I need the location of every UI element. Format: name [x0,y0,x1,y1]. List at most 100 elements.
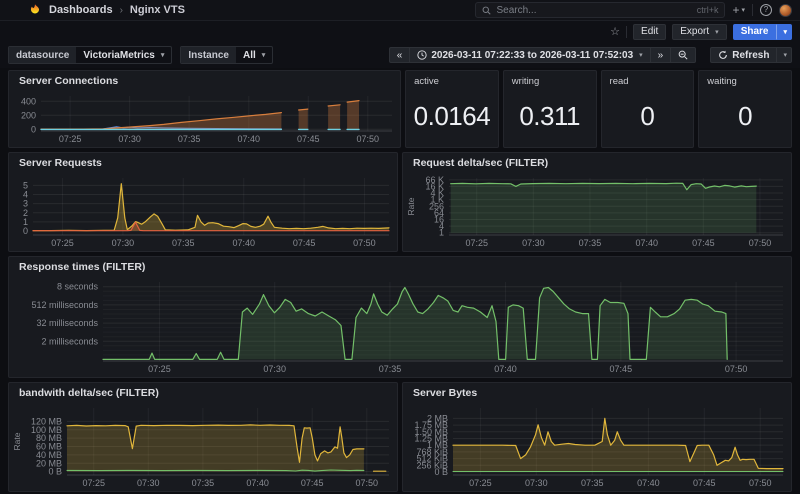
variable-datasource: datasource VictoriaMetrics ▾ [8,46,173,64]
stat-label[interactable]: waiting [707,76,737,87]
svg-text:07:45: 07:45 [301,478,324,488]
divider [626,25,628,38]
dashboard-actions-bar: ☆ Edit Export ▾ Share ▾ [0,21,800,42]
svg-text:3: 3 [23,199,28,209]
time-shift-back-button[interactable]: « [388,47,410,63]
chevron-down-icon: ▾ [160,52,165,59]
svg-text:07:40: 07:40 [637,478,660,488]
chevron-down-icon: ▾ [741,7,745,14]
bandwith-delta-chart[interactable]: 0 B 20 MB 40 MB 60 MB 80 MB 100 MB 120 MB 07:25… [11,403,395,489]
top-nav-bar: Dashboards › Nginx VTS Search... ctrl+k … [0,0,800,21]
svg-text:07:30: 07:30 [137,478,160,488]
time-range-text: 2026-03-11 07:22:33 to 2026-03-11 07:52:… [431,49,634,61]
refresh-label: Refresh [732,49,770,61]
refresh-icon [719,50,728,59]
server-connections-chart[interactable]: 0 200 400 07:25 07:30 07:35 07:40 07:45 07:50 [11,91,398,145]
share-button[interactable]: Share [732,23,777,40]
export-button[interactable]: Export ▾ [672,23,727,40]
svg-text:07:35: 07:35 [178,134,201,144]
stat-value: 0.0164 [413,100,491,131]
svg-text:200: 200 [21,110,36,120]
svg-text:07:45: 07:45 [610,364,633,374]
search-input[interactable]: Search... ctrl+k [475,2,726,18]
chevron-down-icon: ▾ [783,52,787,59]
dashboard-grid: Server Connections 0 200 400 07:25 07:30 07:3… [0,68,800,494]
chevron-down-icon: ▾ [639,52,643,59]
svg-text:07:50: 07:50 [353,238,376,248]
svg-text:5: 5 [23,180,28,190]
stat-value: 0 [640,100,655,131]
svg-text:07:40: 07:40 [238,134,261,144]
svg-text:07:50: 07:50 [725,364,748,374]
svg-text:07:35: 07:35 [379,364,402,374]
svg-text:1: 1 [23,217,28,227]
svg-text:07:25: 07:25 [82,478,105,488]
panel-title[interactable]: Server Connections [9,71,400,91]
svg-text:07:30: 07:30 [118,134,141,144]
svg-text:07:25: 07:25 [148,364,171,374]
add-button[interactable]: + ▾ [732,3,745,17]
stat-value: 0.311 [519,100,580,131]
stat-label[interactable]: writing [512,76,539,87]
panel-title[interactable]: Server Bytes [403,383,791,403]
refresh-controls: Refresh ▾ [710,47,792,63]
svg-text:512 milliseconds: 512 milliseconds [31,300,98,310]
svg-text:07:25: 07:25 [51,238,74,248]
svg-text:07:40: 07:40 [635,238,658,248]
svg-text:8 seconds: 8 seconds [57,282,99,292]
svg-text:0: 0 [31,124,36,134]
time-shift-forward-button[interactable]: » [649,47,671,63]
svg-text:07:50: 07:50 [749,238,772,248]
instance-label: Instance [181,47,236,63]
search-icon [483,6,492,15]
dashboard-controls-bar: datasource VictoriaMetrics ▾ Instance Al… [0,42,800,68]
panel-server-connections: Server Connections 0 200 400 07:25 07:30 07:3… [8,70,402,148]
svg-text:Rate: Rate [406,197,416,215]
star-icon[interactable]: ☆ [610,25,620,38]
datasource-dropdown[interactable]: VictoriaMetrics ▾ [76,50,171,61]
share-dropdown-button[interactable]: ▾ [776,23,792,40]
svg-text:07:50: 07:50 [749,478,772,488]
svg-text:07:50: 07:50 [356,478,379,488]
breadcrumb-dashboards[interactable]: Dashboards [49,4,113,16]
instance-dropdown[interactable]: All ▾ [236,50,272,61]
help-button[interactable]: ? [760,4,772,16]
edit-button[interactable]: Edit [633,23,667,40]
svg-text:07:35: 07:35 [172,238,195,248]
panel-title[interactable]: Request delta/sec (FILTER) [403,153,791,173]
panel-title[interactable]: Response times (FILTER) [9,257,791,277]
svg-text:120 MB: 120 MB [31,416,62,426]
search-shortcut: ctrl+k [696,5,719,15]
request-delta-chart[interactable]: 1 4 16 64 256 1 K4 K 16 K 66 K 07:25 07:30 07:35 07… [405,173,789,249]
panel-title[interactable]: bandwith delta/sec (FILTER) [9,383,397,403]
export-label: Export [680,26,710,37]
instance-value: All [242,49,256,61]
panel-title[interactable]: Server Requests [9,153,397,173]
svg-text:07:45: 07:45 [297,134,320,144]
svg-text:07:45: 07:45 [692,238,715,248]
svg-text:07:25: 07:25 [465,238,488,248]
refresh-interval-dropdown[interactable]: ▾ [776,47,792,63]
response-times-chart[interactable]: 8 seconds 512 milliseconds 32 milliseconds… [11,277,789,375]
time-controls: « 2026-03-11 07:22:33 to 2026-03-11 07:5… [388,47,697,63]
user-avatar[interactable] [779,3,792,17]
server-bytes-chart[interactable]: 0 B 256 KiB 512 KiB 768 KiB 1 MB 1.25 MB 1.50 … [405,403,789,489]
stat-panel-writing: writing 0.311 [502,70,597,148]
search-placeholder: Search... [496,4,537,16]
server-requests-chart[interactable]: 0 1 2 3 4 5 07:25 07:30 07:35 07:40 07:45 07:50 [11,173,395,249]
stat-label[interactable]: active [414,76,439,87]
svg-text:2: 2 [23,208,28,218]
divider [752,4,753,16]
svg-text:07:40: 07:40 [494,364,517,374]
zoom-out-button[interactable] [670,47,697,63]
svg-text:07:35: 07:35 [581,478,604,488]
menu-icon[interactable] [8,6,21,15]
chevron-down-icon: ▾ [783,28,787,36]
svg-text:07:30: 07:30 [263,364,286,374]
variable-instance: Instance All ▾ [180,46,274,64]
datasource-value: VictoriaMetrics [83,49,155,61]
refresh-button[interactable]: Refresh [710,47,777,63]
time-range-picker[interactable]: 2026-03-11 07:22:33 to 2026-03-11 07:52:… [409,47,650,63]
panel-request-delta: Request delta/sec (FILTER) 1 4 16 64 256 1 K4… [402,152,792,252]
stat-label[interactable]: read [610,76,629,87]
